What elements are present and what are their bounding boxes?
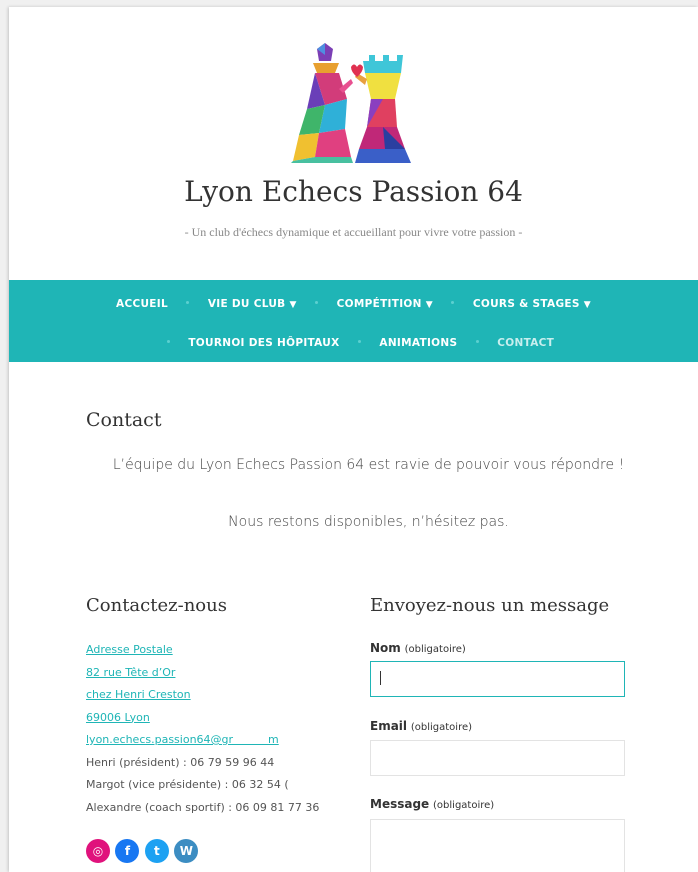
- main-navigation: ACCUEIL VIE DU CLUB ▼ COMPÉTITION ▼ COURS …: [9, 280, 698, 362]
- contact-heading: Contactez-nous: [86, 595, 227, 616]
- nav-separator: [315, 301, 319, 305]
- required-note: (obligatoire): [433, 800, 495, 811]
- page-title: Contact: [86, 409, 162, 431]
- caret-down-icon: ▼: [583, 300, 591, 310]
- nav-contact[interactable]: CONTACT: [497, 337, 554, 349]
- phone-henri: Henri (président) : 06 79 59 96 44: [86, 755, 275, 769]
- contact-address-block: Adresse Postale 82 rue Tête d’Or chez He…: [86, 639, 319, 819]
- label-text: Email: [370, 719, 408, 733]
- email-link[interactable]: lyon.echecs.passion64@gr m: [86, 729, 319, 752]
- phone-alexandre: Alexandre (coach sportif) : 06 09 81 77 …: [86, 800, 320, 814]
- instagram-icon[interactable]: ◎: [86, 839, 110, 863]
- intro-text-2: Nous restons disponibles, n’hésitez pas.: [228, 514, 509, 530]
- site-title[interactable]: Lyon Echecs Passion 64: [9, 175, 698, 208]
- nav-separator: [451, 301, 455, 305]
- name-input[interactable]: [370, 661, 625, 697]
- caret-down-icon: ▼: [289, 300, 297, 310]
- nav-label: VIE DU CLUB: [207, 298, 286, 310]
- address-link[interactable]: Adresse Postale: [86, 639, 319, 662]
- required-note: (obligatoire): [404, 644, 466, 655]
- nav-row-2: TOURNOI DES HÔPITAUX ANIMATIONS CONTACT: [9, 333, 698, 351]
- intro-text-1: L’équipe du Lyon Echecs Passion 64 est r…: [112, 457, 625, 473]
- nav-separator: [186, 301, 190, 305]
- nav-animations[interactable]: ANIMATIONS: [379, 337, 457, 349]
- address-link[interactable]: 82 rue Tête d’Or: [86, 662, 319, 685]
- label-text: Nom: [370, 641, 401, 655]
- nav-accueil[interactable]: ACCUEIL: [116, 298, 168, 310]
- facebook-icon[interactable]: f: [115, 839, 140, 863]
- nav-tournoi-hopitaux[interactable]: TOURNOI DES HÔPITAUX: [188, 337, 339, 349]
- message-textarea[interactable]: [370, 819, 625, 872]
- email-input[interactable]: [370, 740, 625, 776]
- name-label: Nom (obligatoire): [370, 641, 466, 655]
- phone-margot: Margot (vice présidente) : 06 32 54 (: [86, 778, 289, 791]
- form-heading: Envoyez-nous un message: [370, 595, 610, 616]
- caret-down-icon: ▼: [425, 300, 433, 310]
- social-links: ◎ f t W: [86, 839, 199, 863]
- nav-label: COMPÉTITION: [336, 298, 422, 310]
- nav-cours-stages[interactable]: COURS & STAGES ▼: [473, 298, 591, 310]
- nav-competition[interactable]: COMPÉTITION ▼: [337, 298, 433, 310]
- email-label: Email (obligatoire): [370, 719, 472, 733]
- club-logo: [291, 43, 411, 163]
- nav-separator: [357, 340, 361, 344]
- nav-separator: [166, 340, 170, 344]
- nav-row-1: ACCUEIL VIE DU CLUB ▼ COMPÉTITION ▼ COURS …: [9, 294, 698, 312]
- wordpress-icon[interactable]: W: [174, 839, 199, 863]
- twitter-icon[interactable]: t: [144, 839, 169, 863]
- label-text: Message: [370, 797, 430, 811]
- message-label: Message (obligatoire): [370, 797, 494, 811]
- site-tagline: - Un club d'échecs dynamique et accueill…: [184, 225, 523, 239]
- text-cursor: [380, 671, 381, 685]
- nav-label: COURS & STAGES: [472, 298, 580, 310]
- nav-vie-du-club[interactable]: VIE DU CLUB ▼: [208, 298, 297, 310]
- address-link[interactable]: 69006 Lyon: [86, 707, 319, 730]
- required-note: (obligatoire): [410, 722, 473, 733]
- nav-separator: [475, 340, 479, 344]
- address-link[interactable]: chez Henri Creston: [86, 684, 319, 707]
- page: Lyon Echecs Passion 64 - Un club d'échec…: [9, 7, 698, 872]
